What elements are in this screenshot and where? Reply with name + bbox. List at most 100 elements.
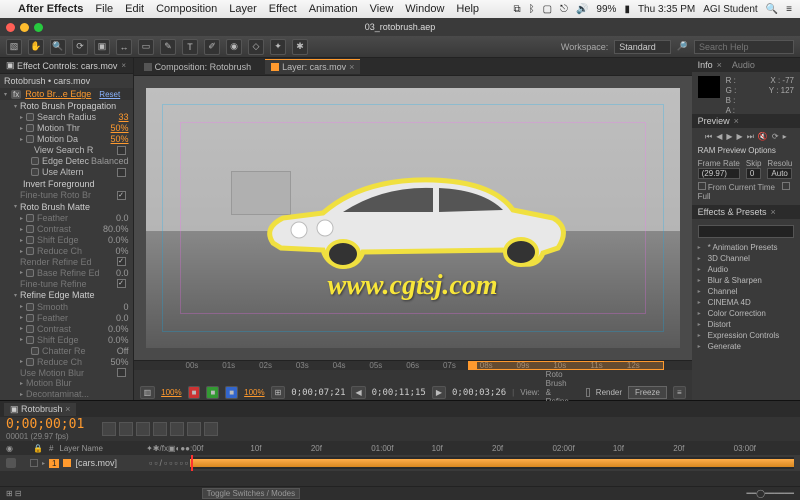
effect-controls-tab[interactable]: ▣ Effect Controls: cars.mov × <box>0 58 133 74</box>
pen-tool[interactable]: ✎ <box>160 39 176 55</box>
close-icon[interactable]: × <box>349 62 354 72</box>
stopwatch-icon[interactable] <box>26 124 34 132</box>
eraser-tool[interactable]: ◇ <box>248 39 264 55</box>
prop-motion-blur-group[interactable]: ▸Motion Blur <box>0 378 133 389</box>
ep-blur[interactable]: Blur & Sharpen <box>698 275 794 286</box>
menu-effect[interactable]: Effect <box>269 3 297 15</box>
last-frame-btn[interactable]: ⏭ <box>747 132 754 142</box>
effects-presets-tab[interactable]: Effects & Presets× <box>692 205 800 219</box>
alpha-btn[interactable]: ■ <box>206 386 219 399</box>
prop-smooth[interactable]: ▸Smooth0 <box>0 301 133 312</box>
refine-matte-group[interactable]: ▾Refine Edge Matte <box>0 289 133 301</box>
stopwatch-icon[interactable] <box>26 336 34 344</box>
menu-help[interactable]: Help <box>456 3 479 15</box>
freeze-button[interactable]: Freeze <box>628 386 667 399</box>
layer-switches[interactable]: ▫▫/▫▫▫▫▫ <box>149 458 190 468</box>
propagation-group[interactable]: ▾Roto Brush Propagation <box>0 100 133 112</box>
brush-tool[interactable]: ✐ <box>204 39 220 55</box>
stopwatch-icon[interactable] <box>26 214 34 222</box>
menu-file[interactable]: File <box>95 3 113 15</box>
res-select[interactable]: Auto <box>767 168 792 179</box>
spotlight-icon[interactable]: 🔍 <box>766 4 778 15</box>
zoom-tool[interactable]: 🔍 <box>50 39 66 55</box>
checkbox[interactable] <box>117 368 126 377</box>
first-frame-btn[interactable]: ⏮ <box>705 132 712 142</box>
layer-row-1[interactable]: ▸ 1 [cars.mov] ▫▫/▫▫▫▫▫ <box>0 455 800 471</box>
type-tool[interactable]: T <box>182 39 198 55</box>
prop-use-altern[interactable]: Use Altern <box>0 167 133 178</box>
graph-editor-btn[interactable] <box>204 422 218 436</box>
clone-tool[interactable]: ◉ <box>226 39 242 55</box>
effect-header[interactable]: ▾ fx Roto Br...e Edge Reset <box>0 88 133 100</box>
prop-shift-edge2[interactable]: ▸Shift Edge0.0% <box>0 334 133 345</box>
visibility-toggle[interactable] <box>6 458 16 468</box>
roto-span[interactable] <box>468 361 663 370</box>
search-help-input[interactable] <box>694 40 794 54</box>
prop-render-refine[interactable]: Render Refine Ed <box>0 256 133 267</box>
stopwatch-icon[interactable] <box>26 236 34 244</box>
zoom-value[interactable]: 100% <box>161 388 181 397</box>
checkbox[interactable] <box>117 191 126 200</box>
prop-feather[interactable]: ▸Feather0.0 <box>0 213 133 224</box>
layer-color[interactable] <box>63 459 71 467</box>
stopwatch-icon[interactable] <box>26 358 34 366</box>
effects-search-input[interactable] <box>698 225 794 238</box>
ep-expression[interactable]: Expression Controls <box>698 330 794 341</box>
layer-time-ruler[interactable]: 00s01s02s03s04s05s06s07s08s09s10s11s12s <box>134 361 692 370</box>
prop-decontaminate[interactable]: ▸Decontaminat... <box>0 389 133 400</box>
play-btn[interactable]: ▶ <box>726 132 732 142</box>
frame-blend-btn[interactable] <box>170 422 184 436</box>
layer-name[interactable]: [cars.mov] <box>75 458 117 468</box>
checkbox[interactable] <box>117 279 126 288</box>
comp-flow-btn[interactable] <box>119 422 133 436</box>
prop-contrast[interactable]: ▸Contrast80.0% <box>0 224 133 235</box>
current-time-indicator[interactable] <box>468 361 477 370</box>
prop-contrast2[interactable]: ▸Contrast0.0% <box>0 323 133 334</box>
prop-edge-detection[interactable]: Edge DetecBalanced <box>0 156 133 167</box>
ep-c4d[interactable]: CINEMA 4D <box>698 297 794 308</box>
res-btn[interactable]: ■ <box>225 386 238 399</box>
info-tab[interactable]: Info×Audio <box>692 58 800 72</box>
ram-preview-btn[interactable]: ▸ <box>783 132 787 142</box>
pan-behind-tool[interactable]: ↔ <box>116 39 132 55</box>
stopwatch-icon[interactable] <box>26 325 34 333</box>
prop-finetune-rb[interactable]: Fine-tune Roto Br <box>0 190 133 201</box>
layer-track[interactable] <box>190 457 794 469</box>
ep-color[interactable]: Color Correction <box>698 308 794 319</box>
window-zoom[interactable] <box>34 23 43 32</box>
shape-tool[interactable]: ▭ <box>138 39 154 55</box>
prop-chatter[interactable]: Chatter ReOff <box>0 345 133 356</box>
ep-animation-presets[interactable]: * Animation Presets <box>698 242 794 253</box>
app-menu[interactable]: After Effects <box>18 3 83 15</box>
checkbox[interactable] <box>117 257 126 266</box>
render-checkbox[interactable] <box>586 388 590 397</box>
prop-reduce-ch[interactable]: ▸Reduce Ch0% <box>0 246 133 257</box>
stopwatch-icon[interactable] <box>26 135 34 143</box>
prop-finetune-refine[interactable]: Fine-tune Refine <box>0 278 133 289</box>
menu-edit[interactable]: Edit <box>125 3 144 15</box>
prop-motion-damping[interactable]: ▸Motion Da50% <box>0 134 133 145</box>
expand-props-btn[interactable]: ⊞ ⊟ <box>6 489 22 498</box>
stopwatch-icon[interactable] <box>31 168 39 176</box>
prop-feather2[interactable]: ▸Feather0.0 <box>0 312 133 323</box>
prop-search-radius[interactable]: ▸Search Radius33 <box>0 112 133 123</box>
prop-motion-threshold[interactable]: ▸Motion Thr50% <box>0 123 133 134</box>
workspace-select[interactable]: Standard <box>614 40 671 54</box>
panel-menu-icon[interactable]: ≡ <box>673 386 686 399</box>
puppet-tool[interactable]: ✱ <box>292 39 308 55</box>
stopwatch-icon[interactable] <box>26 225 34 233</box>
stopwatch-icon[interactable] <box>31 347 39 355</box>
in-point-btn[interactable]: ◀ <box>351 386 365 399</box>
stopwatch-icon[interactable] <box>31 157 39 165</box>
effect-name[interactable]: Roto Br...e Edge <box>25 89 91 99</box>
audio-tab[interactable]: Audio <box>732 60 755 70</box>
notifications-icon[interactable]: ≡ <box>786 4 792 15</box>
ep-distort[interactable]: Distort <box>698 319 794 330</box>
menu-window[interactable]: Window <box>405 3 444 15</box>
prev-frame-btn[interactable]: ◀ <box>716 132 722 142</box>
current-tc[interactable]: 0;00;07;21 <box>291 388 345 398</box>
prop-base-refine[interactable]: ▸Base Refine Ed0.0 <box>0 267 133 278</box>
menu-layer[interactable]: Layer <box>229 3 257 15</box>
roto-brush-tool[interactable]: ✦ <box>270 39 286 55</box>
next-frame-btn[interactable]: ▶ <box>737 132 743 142</box>
